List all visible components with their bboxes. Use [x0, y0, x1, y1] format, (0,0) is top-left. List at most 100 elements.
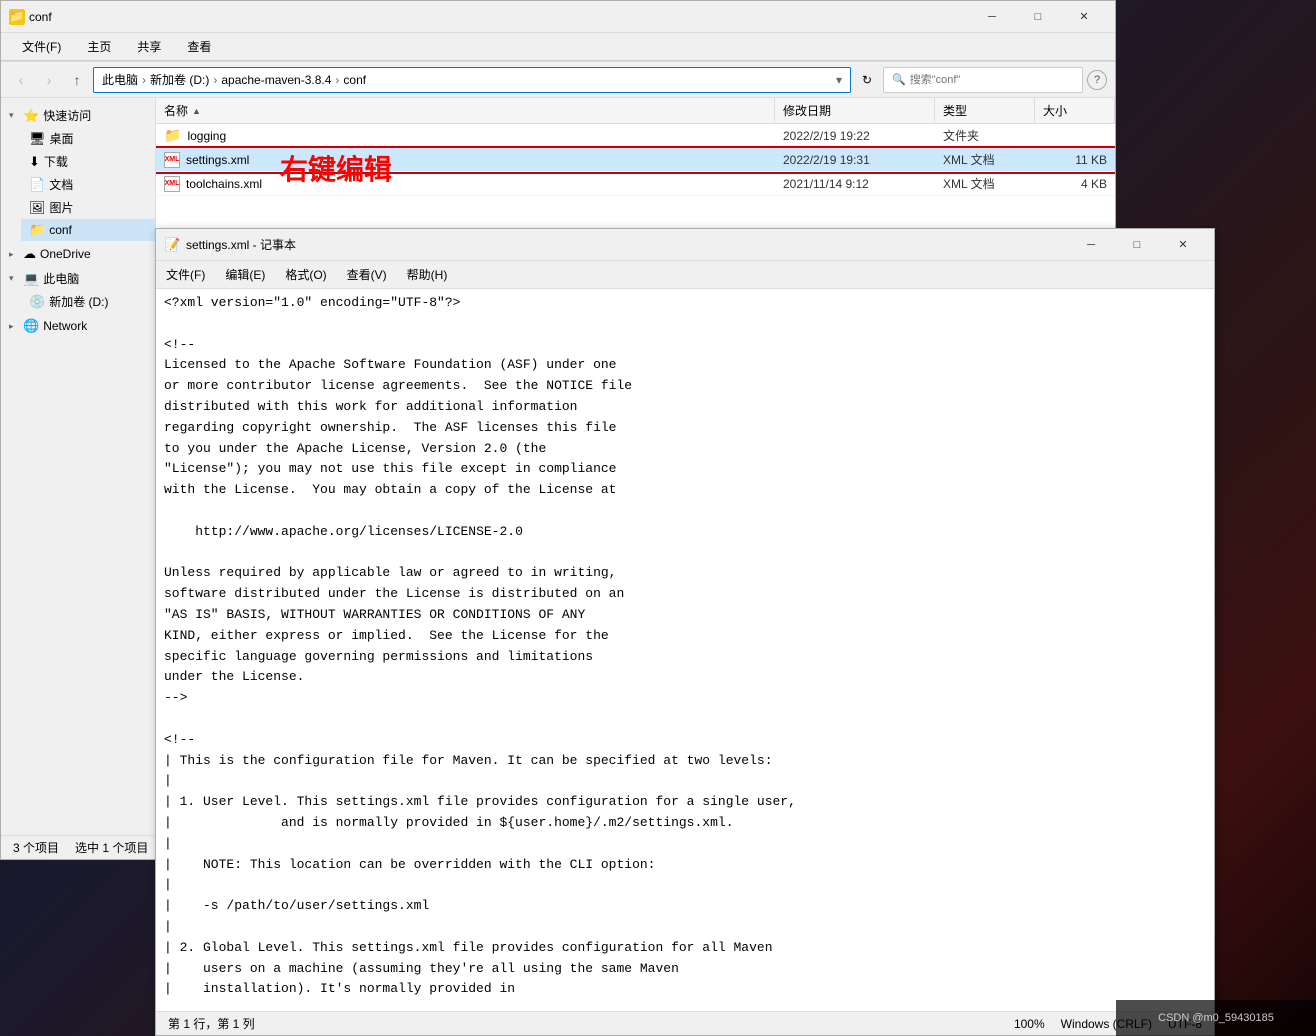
notepad-line: | This is the configuration file for Mav…	[164, 751, 1206, 772]
file-cell-name: 📁 logging	[156, 124, 775, 147]
ribbon-tab-view[interactable]: 查看	[174, 33, 224, 60]
notepad-menu-help[interactable]: 帮助(H)	[397, 263, 458, 286]
table-row[interactable]: XML settings.xml 2022/2/19 19:31 XML 文档 …	[156, 148, 1115, 172]
notepad-title-left: 📝 settings.xml - 记事本	[164, 236, 296, 253]
help-button[interactable]: ?	[1087, 70, 1107, 90]
notepad-minimize-button[interactable]: ─	[1068, 229, 1114, 261]
notepad-line	[164, 501, 1206, 522]
notepad-position: 第 1 行，第 1 列	[168, 1015, 255, 1032]
up-button[interactable]: ↑	[65, 68, 89, 92]
notepad-menu-file[interactable]: 文件(F)	[156, 263, 215, 286]
path-maven[interactable]: apache-maven-3.8.4	[221, 73, 331, 87]
quickaccess-label: 快速访问	[43, 107, 91, 124]
search-input[interactable]	[910, 74, 1074, 86]
address-bar: ‹ › ↑ 此电脑 › 新加卷 (D:) › apache-maven-3.8.…	[1, 62, 1115, 98]
explorer-icon: 📁	[9, 9, 25, 25]
sidebar-quickaccess-header[interactable]: ▾ ⭐ 快速访问	[1, 104, 155, 127]
sidebar-documents-label: 文档	[49, 176, 73, 193]
notepad-line: |	[164, 875, 1206, 896]
notepad-line: Licensed to the Apache Software Foundati…	[164, 355, 1206, 376]
notepad-line: distributed with this work for additiona…	[164, 397, 1206, 418]
xml-icon: XML	[164, 152, 180, 168]
col-name-label: 名称	[164, 102, 188, 119]
maximize-button[interactable]: □	[1015, 1, 1061, 33]
refresh-button[interactable]: ↻	[855, 68, 879, 92]
address-path[interactable]: 此电脑 › 新加卷 (D:) › apache-maven-3.8.4 › co…	[93, 67, 851, 93]
notepad-line: | NOTE: This location can be overridden …	[164, 855, 1206, 876]
col-header-size[interactable]: 大小	[1035, 98, 1115, 123]
col-header-name[interactable]: 名称 ▲	[156, 98, 775, 123]
window-controls: ─ □ ✕	[969, 1, 1107, 33]
ribbon-tab-share[interactable]: 共享	[124, 33, 174, 60]
file-cell-date: 2021/11/14 9:12	[775, 172, 935, 195]
documents-icon: 📄	[29, 177, 45, 193]
path-thispc[interactable]: 此电脑	[102, 71, 138, 88]
notepad-menu-edit[interactable]: 编辑(E)	[215, 263, 275, 286]
sidebar: ▾ ⭐ 快速访问 🖥 桌面 ⬇ 下载 📄 文档	[1, 98, 156, 835]
search-box[interactable]: 🔍	[883, 67, 1083, 93]
network-label: Network	[43, 319, 87, 333]
forward-button[interactable]: ›	[37, 68, 61, 92]
sidebar-item-desktop[interactable]: 🖥 桌面	[21, 127, 155, 150]
table-row[interactable]: XML toolchains.xml 2021/11/14 9:12 XML 文…	[156, 172, 1115, 196]
notepad-line: KIND, either express or implied. See the…	[164, 626, 1206, 647]
titlebar-left: 📁 conf	[9, 9, 52, 25]
notepad-menu-format[interactable]: 格式(O)	[275, 263, 336, 286]
notepad-controls: ─ □ ✕	[1068, 229, 1206, 261]
col-header-date[interactable]: 修改日期	[775, 98, 935, 123]
file-name: settings.xml	[186, 153, 249, 167]
sidebar-section-quickaccess: ▾ ⭐ 快速访问 🖥 桌面 ⬇ 下载 📄 文档	[1, 104, 155, 241]
path-dropdown-icon[interactable]: ▾	[836, 73, 842, 87]
ribbon-tab-home[interactable]: 主页	[74, 33, 124, 60]
sidebar-conf-label: conf	[49, 223, 72, 237]
sidebar-thispc-header[interactable]: ▾ 💻 此电脑	[1, 267, 155, 290]
close-button[interactable]: ✕	[1061, 1, 1107, 33]
table-row[interactable]: 📁 logging 2022/2/19 19:22 文件夹	[156, 124, 1115, 148]
col-header-type[interactable]: 类型	[935, 98, 1035, 123]
search-icon: 🔍	[892, 73, 906, 86]
notepad-line: Unless required by applicable law or agr…	[164, 563, 1206, 584]
notepad-line: or more contributor license agreements. …	[164, 376, 1206, 397]
notepad-line: |	[164, 834, 1206, 855]
file-cell-size: 11 KB	[1035, 148, 1115, 171]
ribbon: 文件(F) 主页 共享 查看	[1, 33, 1115, 62]
path-newvol[interactable]: 新加卷 (D:)	[150, 71, 209, 88]
sidebar-network-header[interactable]: ▸ 🌐 Network	[1, 315, 155, 337]
file-cell-name: XML toolchains.xml	[156, 172, 775, 195]
notepad-maximize-button[interactable]: □	[1114, 229, 1160, 261]
notepad-close-button[interactable]: ✕	[1160, 229, 1206, 261]
notepad-line: with the License. You may obtain a copy …	[164, 480, 1206, 501]
sidebar-onedrive-header[interactable]: ▸ ☁ OneDrive	[1, 243, 155, 265]
sidebar-item-downloads[interactable]: ⬇ 下载	[21, 150, 155, 173]
notepad-line: <!--	[164, 335, 1206, 356]
notepad-line: | users on a machine (assuming they're a…	[164, 959, 1206, 980]
thispc-chevron-icon: ▾	[9, 273, 19, 284]
back-button[interactable]: ‹	[9, 68, 33, 92]
file-cell-type: XML 文档	[935, 172, 1035, 195]
col-size-label: 大小	[1043, 102, 1067, 119]
csdn-text: CSDN @m0_59430185	[1158, 1012, 1274, 1024]
thispc-icon: 💻	[23, 271, 39, 287]
sidebar-item-pictures[interactable]: 🖼 图片	[21, 196, 155, 219]
notepad-line: <!--	[164, 730, 1206, 751]
ribbon-tabs: 文件(F) 主页 共享 查看	[1, 33, 1115, 61]
minimize-button[interactable]: ─	[969, 1, 1015, 33]
onedrive-chevron-icon: ▸	[9, 249, 19, 260]
path-conf[interactable]: conf	[343, 73, 366, 87]
notepad-content[interactable]: <?xml version="1.0" encoding="UTF-8"?> <…	[156, 289, 1214, 1011]
file-cell-type: XML 文档	[935, 148, 1035, 171]
sidebar-item-conf[interactable]: 📁 conf	[21, 219, 155, 241]
path-sep-3: ›	[335, 73, 339, 87]
sidebar-downloads-label: 下载	[44, 153, 68, 170]
notepad-line: <?xml version="1.0" encoding="UTF-8"?>	[164, 293, 1206, 314]
ribbon-tab-file[interactable]: 文件(F)	[9, 33, 74, 60]
pictures-icon: 🖼	[29, 200, 46, 216]
status-count: 3 个项目	[13, 839, 59, 856]
csdn-watermark: CSDN @m0_59430185	[1116, 1000, 1316, 1036]
onedrive-label: OneDrive	[40, 247, 91, 261]
notepad-line: under the License.	[164, 667, 1206, 688]
sidebar-item-documents[interactable]: 📄 文档	[21, 173, 155, 196]
file-name: logging	[187, 129, 226, 143]
notepad-menu-view[interactable]: 查看(V)	[337, 263, 397, 286]
sidebar-item-newvolume[interactable]: 💿 新加卷 (D:)	[21, 290, 155, 313]
